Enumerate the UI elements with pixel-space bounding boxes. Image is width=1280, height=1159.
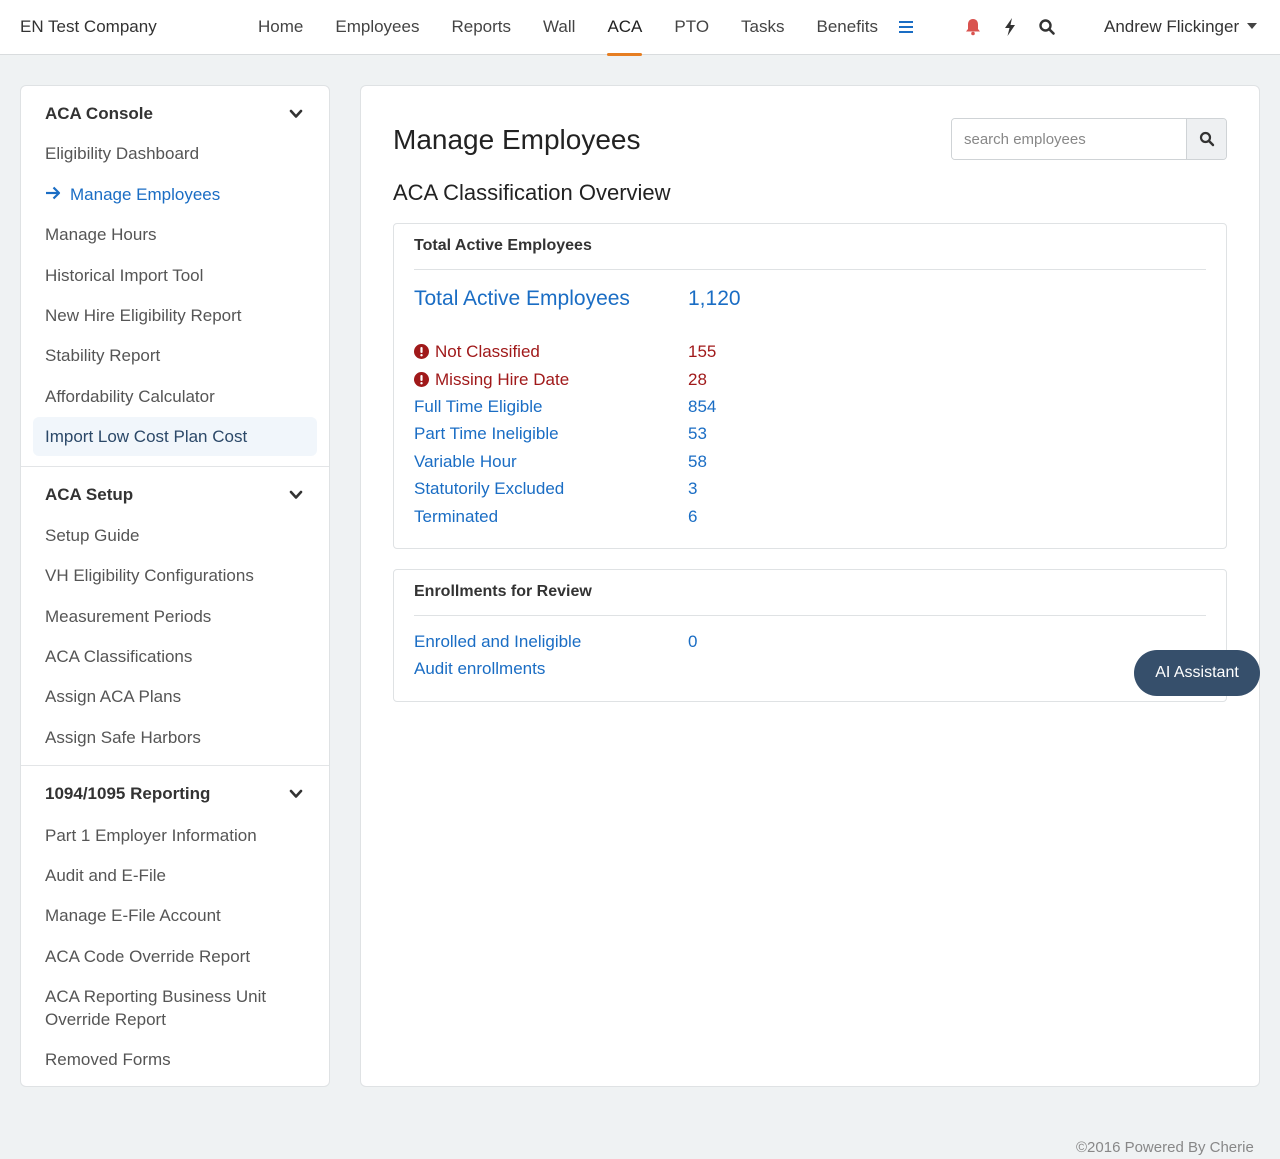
nav-aca[interactable]: ACA <box>591 0 658 56</box>
row-value[interactable]: 3 <box>688 479 697 499</box>
sidebar-item-new-hire-eligibility-report[interactable]: New Hire Eligibility Report <box>45 304 242 327</box>
table-row: Missing Hire Date 28 <box>414 370 1194 394</box>
section-title-aca-console[interactable]: ACA Console <box>45 104 153 124</box>
row-label[interactable]: Terminated <box>414 507 498 527</box>
nav-pto[interactable]: PTO <box>658 0 725 55</box>
search-icon <box>1199 131 1214 147</box>
sidebar-item-removed-forms[interactable]: Removed Forms <box>45 1048 171 1071</box>
sidebar-item-audit-and-e-file[interactable]: Audit and E-File <box>45 864 166 887</box>
exclamation-circle-icon <box>414 372 429 387</box>
row-label[interactable]: Part Time Ineligible <box>414 424 559 444</box>
section-title-1094-1095-reporting[interactable]: 1094/1095 Reporting <box>45 784 210 804</box>
row-label[interactable]: Enrolled and Ineligible <box>414 632 581 652</box>
table-row: Full Time Eligible 854 <box>414 397 1194 421</box>
exclamation-circle-icon <box>414 344 429 359</box>
sidebar-item-part-1-employer-information[interactable]: Part 1 Employer Information <box>45 824 257 847</box>
main-nav: Home Employees Reports Wall ACA PTO Task… <box>242 0 894 56</box>
row-label[interactable]: Statutorily Excluded <box>414 479 564 499</box>
employee-search <box>951 118 1227 160</box>
table-row: Part Time Ineligible 53 <box>414 424 1194 448</box>
row-label[interactable]: Full Time Eligible <box>414 397 543 417</box>
bell-icon[interactable] <box>964 17 984 37</box>
search-icon[interactable] <box>1038 17 1058 37</box>
chevron-down-icon[interactable] <box>289 107 303 121</box>
nav-home[interactable]: Home <box>242 0 319 55</box>
top-navbar: EN Test Company Home Employees Reports W… <box>0 0 1280 56</box>
table-row: Terminated 6 <box>414 507 1194 531</box>
row-label[interactable]: Missing Hire Date <box>435 370 569 390</box>
row-value[interactable]: 6 <box>688 507 697 527</box>
nav-wall[interactable]: Wall <box>527 0 591 55</box>
row-label[interactable]: Audit enrollments <box>414 659 545 679</box>
search-input[interactable] <box>952 119 1186 159</box>
table-row: Variable Hour 58 <box>414 452 1194 476</box>
row-label[interactable]: Not Classified <box>435 342 540 362</box>
total-row: Total Active Employees 1,120 <box>414 287 1194 317</box>
sidebar-item-aca-classifications[interactable]: ACA Classifications <box>45 645 192 668</box>
table-row: Enrolled and Ineligible 0 <box>414 632 1194 656</box>
sidebar-item-affordability-calculator[interactable]: Affordability Calculator <box>45 385 215 408</box>
sidebar-item-measurement-periods[interactable]: Measurement Periods <box>45 605 211 628</box>
sidebar-item-historical-import-tool[interactable]: Historical Import Tool <box>45 264 203 287</box>
total-label[interactable]: Total Active Employees <box>414 287 630 311</box>
sidebar-item-assign-safe-harbors[interactable]: Assign Safe Harbors <box>45 726 201 749</box>
row-value[interactable]: 0 <box>688 632 697 652</box>
row-value[interactable]: 53 <box>688 424 707 444</box>
card-total-active-employees: Total Active Employees Total Active Empl… <box>393 223 1227 549</box>
sidebar-item-import-low-cost-plan-cost[interactable]: Import Low Cost Plan Cost <box>33 417 317 456</box>
ai-assistant-button[interactable]: AI Assistant <box>1134 650 1260 696</box>
nav-employees[interactable]: Employees <box>319 0 435 55</box>
table-row: Audit enrollments <box>414 659 1194 683</box>
menu-icon[interactable] <box>897 17 917 37</box>
sidebar-item-manage-e-file-account[interactable]: Manage E-File Account <box>45 904 221 927</box>
page-title: Manage Employees <box>393 124 641 155</box>
sidebar: ACA Console Eligibility Dashboard Manage… <box>20 85 330 1087</box>
table-row: Not Classified 155 <box>414 342 1194 366</box>
row-value[interactable]: 155 <box>688 342 716 362</box>
sidebar-item-setup-guide[interactable]: Setup Guide <box>45 524 140 547</box>
table-row: Statutorily Excluded 3 <box>414 479 1194 503</box>
sidebar-item-stability-report[interactable]: Stability Report <box>45 344 160 367</box>
section-title-aca-setup[interactable]: ACA Setup <box>45 485 133 505</box>
nav-tasks[interactable]: Tasks <box>725 0 800 55</box>
section-title-aca-classification-overview: ACA Classification Overview <box>393 180 671 205</box>
row-label[interactable]: Variable Hour <box>414 452 517 472</box>
sidebar-item-vh-eligibility-configurations[interactable]: VH Eligibility Configurations <box>45 564 254 587</box>
nav-benefits[interactable]: Benefits <box>801 0 894 55</box>
sidebar-item-override-report[interactable]: Override Report <box>45 1008 166 1031</box>
sidebar-item-manage-hours[interactable]: Manage Hours <box>45 223 157 246</box>
total-value[interactable]: 1,120 <box>688 287 741 311</box>
section-aca-setup: ACA Setup Setup Guide VH Eligibility Con… <box>21 466 329 766</box>
user-name: Andrew Flickinger <box>1104 17 1240 36</box>
footer-text: ©2016 Powered By Cherie <box>1076 1139 1254 1156</box>
user-menu[interactable]: Andrew Flickinger <box>1104 17 1258 37</box>
card-enrollments-for-review: Enrollments for Review Enrolled and Inel… <box>393 569 1227 702</box>
chevron-down-icon[interactable] <box>289 488 303 502</box>
row-value[interactable]: 28 <box>688 370 707 390</box>
sidebar-item-manage-employees[interactable]: Manage Employees <box>70 183 220 206</box>
sidebar-item-aca-reporting-business-unit[interactable]: ACA Reporting Business Unit <box>45 985 266 1008</box>
company-name[interactable]: EN Test Company <box>20 17 157 37</box>
arrow-right-icon <box>45 185 61 201</box>
sidebar-item-aca-code-override-report[interactable]: ACA Code Override Report <box>45 945 250 968</box>
card-header: Total Active Employees <box>414 237 1206 270</box>
row-value[interactable]: 854 <box>688 397 716 417</box>
nav-reports[interactable]: Reports <box>435 0 527 55</box>
section-1094-1095-reporting: 1094/1095 Reporting Part 1 Employer Info… <box>21 765 329 1085</box>
chevron-down-icon[interactable] <box>289 787 303 801</box>
bolt-icon[interactable] <box>1001 17 1021 37</box>
search-button[interactable] <box>1186 119 1226 159</box>
sidebar-item-assign-aca-plans[interactable]: Assign ACA Plans <box>45 685 181 708</box>
sidebar-item-eligibility-dashboard[interactable]: Eligibility Dashboard <box>45 142 199 165</box>
main-panel: Manage Employees ACA Classification Over… <box>360 85 1260 1087</box>
row-value[interactable]: 58 <box>688 452 707 472</box>
card-header: Enrollments for Review <box>414 583 1206 616</box>
caret-down-icon <box>1247 23 1258 29</box>
